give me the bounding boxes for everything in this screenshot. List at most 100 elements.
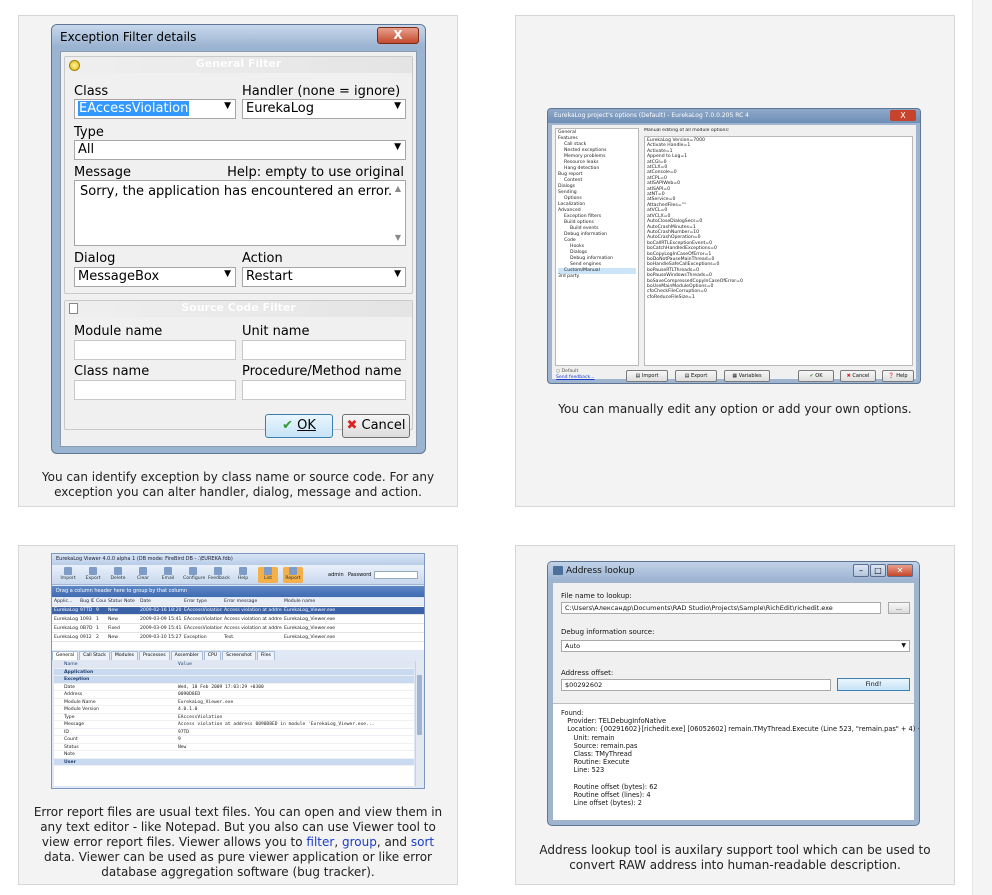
info-bulb-icon: [69, 60, 80, 71]
maximize-button[interactable]: □: [870, 564, 886, 577]
table-cell: 1: [96, 617, 99, 622]
address-offset-input[interactable]: $00292602: [561, 679, 831, 691]
debug-source-value: Auto: [565, 642, 581, 650]
export-button[interactable]: ▤ Export: [675, 370, 717, 382]
cancel-button[interactable]: ✖ Cancel: [840, 370, 876, 382]
table-row[interactable]: EurekaLog0B7D1 Fixed 2009-03-09 15:41:57EA…: [52, 625, 424, 633]
close-button[interactable]: ✕: [887, 564, 913, 577]
tab-assembler[interactable]: Assembler: [170, 651, 203, 660]
properties-header-row[interactable]: Name Value: [54, 661, 414, 669]
import-button[interactable]: ▤ Import: [626, 370, 668, 382]
scroll-up-icon: ▲: [394, 184, 401, 193]
cancel-button[interactable]: ✖ Cancel: [342, 414, 410, 438]
tool-button-import[interactable]: Import: [58, 567, 78, 583]
tool-button-clear[interactable]: Clear: [133, 567, 153, 583]
ok-button[interactable]: ✔ OK: [798, 370, 834, 382]
table-cell: 0B7D: [80, 626, 93, 631]
close-button[interactable]: X: [377, 27, 419, 44]
scroll-thumb[interactable]: [417, 675, 422, 735]
send-feedback-link[interactable]: Send feedback...: [556, 375, 595, 380]
check-icon: ✔: [282, 418, 293, 433]
tab-files[interactable]: Files: [256, 651, 275, 660]
group-link[interactable]: group: [342, 835, 377, 849]
unit-name-input[interactable]: [242, 340, 406, 360]
property-name: Note: [64, 752, 75, 757]
find-button[interactable]: Find!: [837, 678, 910, 691]
options-label: Manual editing of all module options:: [644, 128, 730, 133]
file-name-input[interactable]: C:\Users\Александр\Documents\RAD Studio\…: [561, 602, 881, 614]
group-header: Source Code Filter: [65, 301, 412, 317]
tool-button-list[interactable]: List: [258, 567, 278, 583]
default-radio[interactable]: ○ Default: [556, 369, 578, 374]
table-header-row[interactable]: Applic... Bug IDCountStatusNote Date Error …: [52, 598, 424, 606]
class-label: Class: [74, 84, 109, 99]
dialog-client: General Filter Class EAccessViolation ▼ H…: [60, 51, 417, 447]
class-combobox[interactable]: EAccessViolation ▼: [74, 99, 236, 119]
password-input[interactable]: [374, 571, 418, 579]
chevron-down-icon: ▼: [224, 269, 231, 279]
module-name-input[interactable]: [74, 340, 236, 360]
tool-label: Help: [237, 576, 249, 581]
tool-button-feedback[interactable]: Feedback: [208, 567, 230, 583]
debug-source-combobox[interactable]: Auto ▼: [561, 640, 910, 652]
table-cell: New: [108, 635, 119, 640]
import-icon: [64, 567, 72, 575]
tool-button-configure[interactable]: Configure: [183, 567, 205, 583]
properties-scrollbar[interactable]: [415, 661, 423, 786]
table-cell: EurekaLog_Viewer.exe: [284, 626, 336, 631]
tab-modules[interactable]: Modules: [110, 651, 138, 660]
table-row[interactable]: EurekaLog1093 1 New 2009-03-09 15:41:32EAcc…: [52, 616, 424, 624]
property-value: 0090D8ED: [178, 692, 201, 697]
tool-button-email[interactable]: Email: [158, 567, 178, 583]
chevron-down-icon: ▼: [394, 101, 401, 111]
table-row[interactable]: EurekaLog97TD9 New 2009-02-16 18:20:29EAcc…: [52, 607, 424, 615]
variables-button[interactable]: ▦ Variables: [724, 370, 770, 382]
chevron-down-icon: ▼: [901, 642, 906, 649]
sort-link[interactable]: sort: [411, 835, 434, 849]
property-row: Count 9: [54, 736, 414, 744]
dialog-combobox[interactable]: MessageBox ▼: [74, 267, 236, 287]
procedure-name-label: Procedure/Method name: [242, 364, 402, 379]
section-application[interactable]: Application: [54, 668, 414, 676]
tool-button-report[interactable]: Report: [283, 567, 303, 583]
manual-options-panel: Manual editing of all module options: Eu…: [644, 128, 913, 366]
group-by-panel[interactable]: Drag a column header here to group by th…: [52, 586, 424, 597]
section-exception[interactable]: Exception: [54, 676, 414, 684]
property-row: Module Version 4.0.1.0: [54, 706, 414, 714]
class-name-input[interactable]: [74, 380, 236, 400]
property-name: User: [64, 759, 76, 765]
tab-screenshot[interactable]: Screenshot: [222, 651, 256, 660]
options-memo[interactable]: EurekaLog Version=7000 Activate Handle=1 A…: [644, 136, 913, 366]
table-row[interactable]: EurekaLog0912 2 New 2009-03-10 15:27:26Exce…: [52, 634, 424, 642]
tool-button-export[interactable]: Export: [83, 567, 103, 583]
class-name-label: Class name: [74, 364, 150, 379]
table-cell: 9: [96, 608, 99, 613]
tab-call-stack[interactable]: Call Stack: [79, 651, 110, 660]
tab-general[interactable]: General: [52, 651, 79, 660]
procedure-name-input[interactable]: [242, 380, 406, 400]
filter-link[interactable]: filter: [306, 835, 334, 849]
action-combobox[interactable]: Restart ▼: [242, 267, 406, 287]
type-combobox[interactable]: All ▼: [74, 140, 406, 160]
tree-item[interactable]: 3rd party: [558, 274, 636, 280]
tool-button-help[interactable]: Help: [233, 567, 253, 583]
browse-button[interactable]: ...: [888, 602, 910, 614]
section-user[interactable]: User: [54, 758, 414, 766]
user-label: admin: [328, 572, 344, 578]
handler-combobox[interactable]: EurekaLog ▼: [242, 99, 406, 119]
ok-button[interactable]: ✔ OK: [265, 414, 333, 438]
help-button[interactable]: ❓ Help: [882, 370, 914, 382]
close-button[interactable]: X: [890, 110, 916, 121]
minimize-button[interactable]: –: [853, 564, 869, 577]
tab-cpu[interactable]: CPU: [203, 651, 222, 660]
table-cell: Date: [140, 599, 151, 604]
page-scrollbar-track[interactable]: [972, 0, 992, 895]
table-cell: EurekaLog_Viewer.exe: [284, 608, 336, 613]
table-cell: Exception: [184, 635, 207, 640]
variables-label: Variables: [738, 373, 762, 379]
message-textarea[interactable]: Sorry, the application has encountered a…: [74, 180, 406, 246]
tab-processes[interactable]: Processes: [138, 651, 170, 660]
tool-button-delete[interactable]: Delete: [108, 567, 128, 583]
options-tree[interactable]: General Features Call stack Nested exceptio…: [555, 128, 639, 366]
property-row: Status New: [54, 744, 414, 751]
